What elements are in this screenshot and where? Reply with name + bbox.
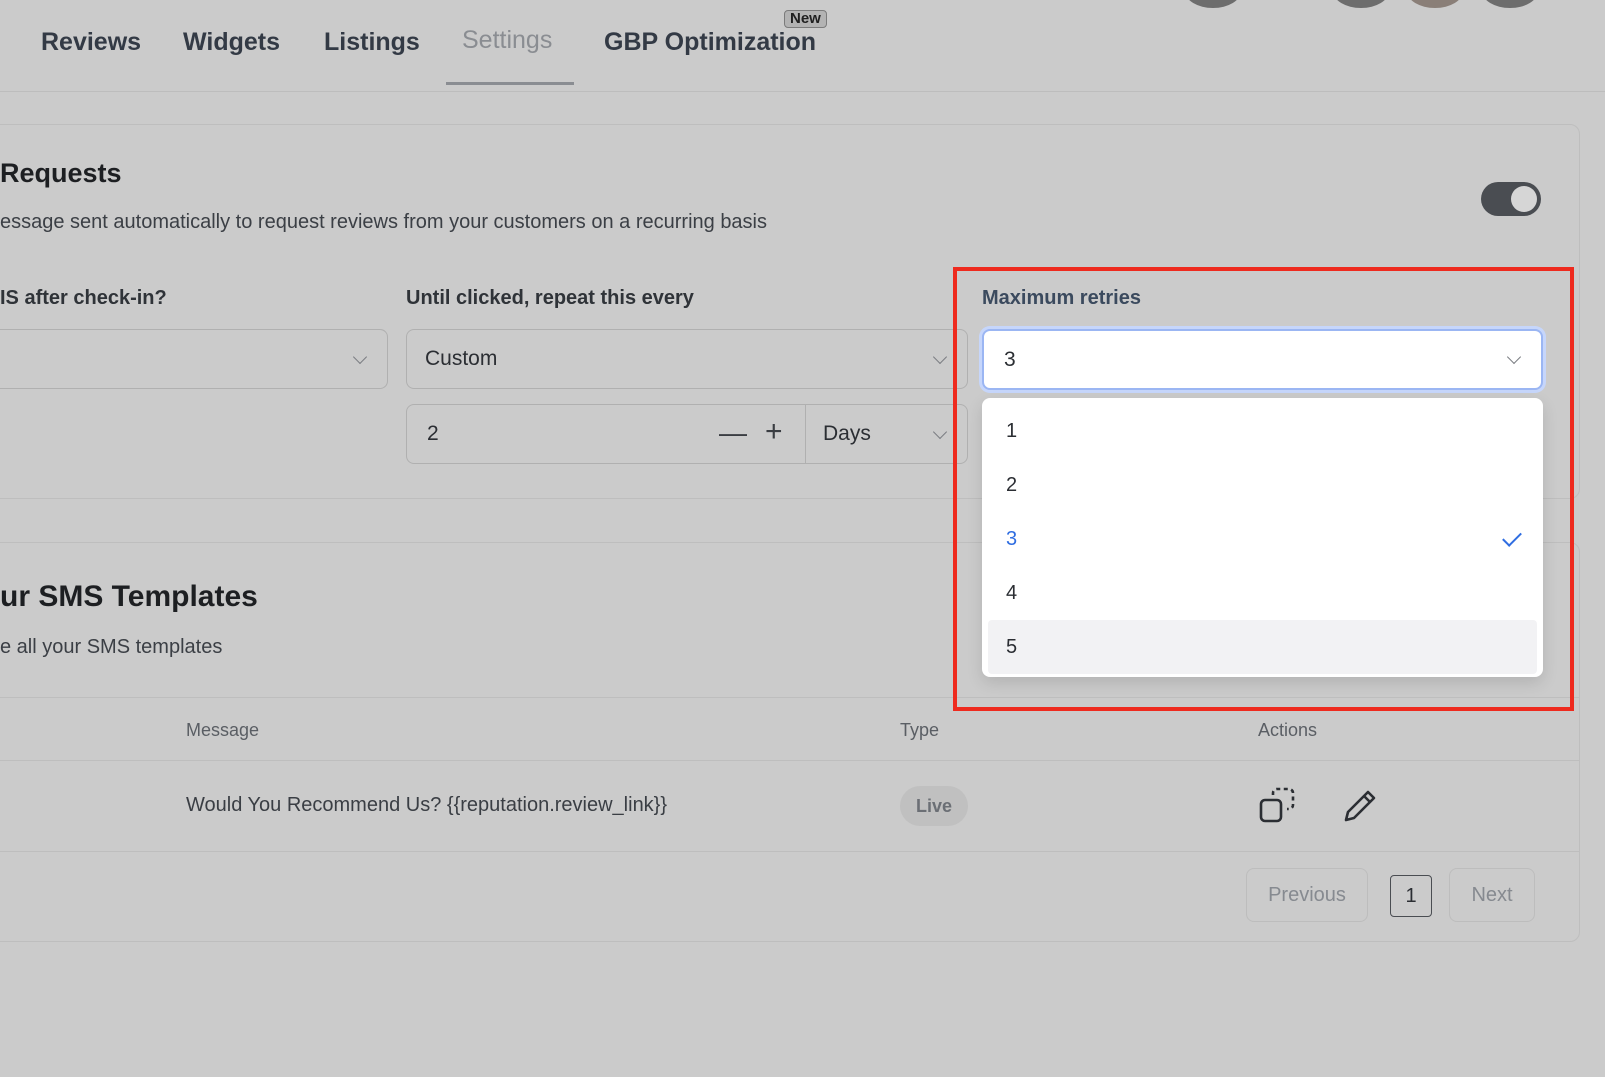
repeat-frequency-select[interactable]: Custom — [406, 329, 968, 389]
previous-page-button[interactable]: Previous — [1246, 868, 1368, 922]
stepper-divider — [805, 405, 806, 463]
tab-reviews[interactable]: Reviews — [41, 28, 141, 57]
repeat-frequency-value: Custom — [425, 347, 498, 370]
duplicate-icon[interactable] — [1258, 786, 1298, 826]
avatar[interactable] — [1333, 0, 1389, 8]
top-nav: Reviews Widgets Listings Settings GBP Op… — [0, 0, 1605, 92]
page-number-button[interactable]: 1 — [1390, 875, 1432, 917]
after-checkin-label: IS after check-in? — [0, 287, 167, 309]
plus-icon[interactable]: + — [765, 415, 783, 449]
tab-settings[interactable]: Settings — [462, 26, 552, 55]
column-type: Type — [900, 720, 940, 740]
templates-title: ur SMS Templates — [0, 580, 258, 613]
requests-description: essage sent automatically to request rev… — [0, 211, 768, 233]
avatar[interactable] — [1482, 0, 1538, 8]
after-checkin-select[interactable] — [0, 329, 388, 389]
template-message: Would You Recommend Us? {{reputation.rev… — [186, 794, 668, 816]
tab-listings[interactable]: Listings — [324, 28, 420, 57]
requests-title: Requests — [0, 158, 122, 188]
tab-widgets[interactable]: Widgets — [183, 28, 280, 57]
avatar[interactable] — [1185, 0, 1241, 8]
highlight-frame — [953, 267, 1574, 711]
column-message: Message — [186, 720, 260, 740]
repeat-label: Until clicked, repeat this every — [406, 287, 694, 309]
edit-pencil-icon[interactable] — [1340, 786, 1380, 826]
column-actions: Actions — [1258, 720, 1318, 740]
active-tab-indicator — [446, 82, 574, 85]
tab-gbp-optimization[interactable]: GBP Optimization — [604, 28, 816, 57]
new-badge: New — [784, 10, 827, 28]
minus-icon[interactable]: — — [719, 417, 747, 449]
chevron-down-icon — [352, 349, 368, 365]
chevron-down-icon — [932, 349, 948, 365]
toggle-knob — [1511, 186, 1537, 212]
table-row: Would You Recommend Us? {{reputation.rev… — [0, 762, 1580, 852]
chevron-down-icon — [932, 424, 948, 440]
status-badge: Live — [900, 786, 969, 826]
interval-stepper: 2 — + Days — [406, 404, 968, 464]
templates-description: e all your SMS templates — [0, 636, 223, 658]
avatar[interactable] — [1407, 0, 1463, 8]
interval-unit-select[interactable]: Days — [823, 422, 871, 446]
requests-enabled-toggle[interactable] — [1481, 182, 1541, 216]
interval-value[interactable]: 2 — [427, 422, 439, 446]
next-page-button[interactable]: Next — [1449, 868, 1535, 922]
